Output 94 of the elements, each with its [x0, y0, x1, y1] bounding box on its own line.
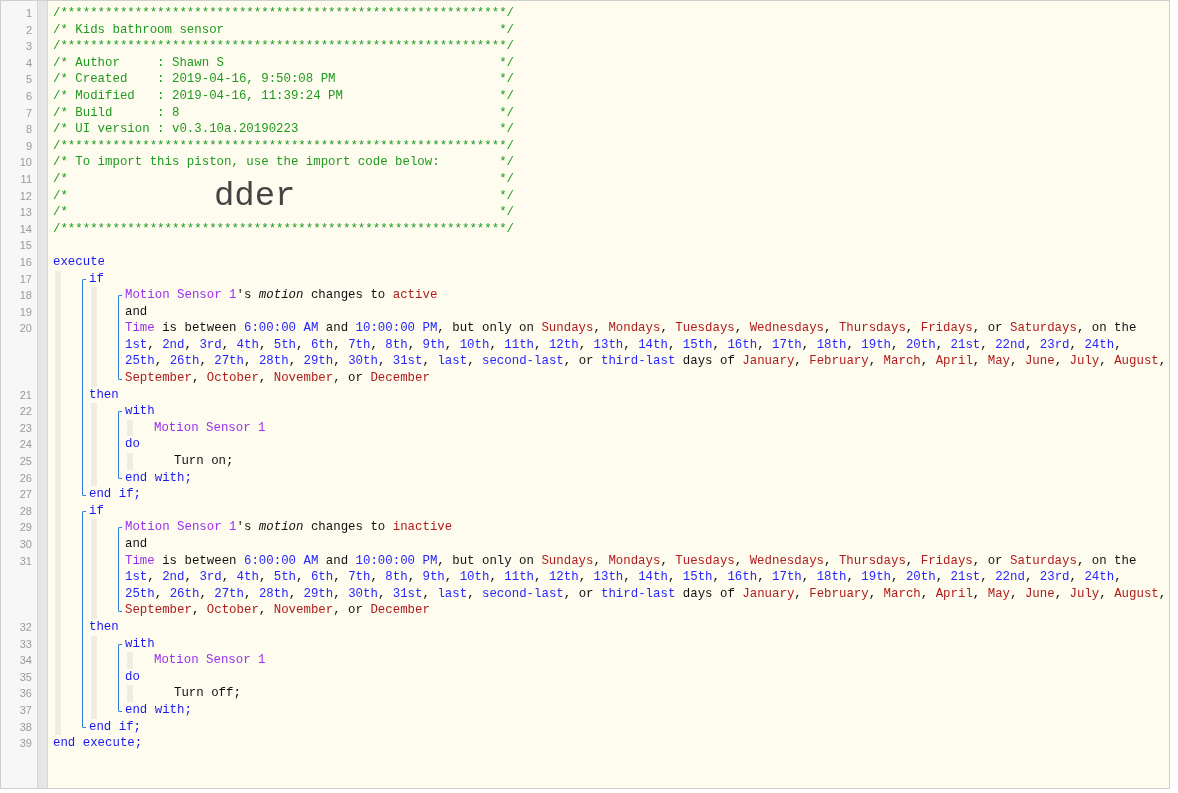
comment-text: /* Build : 8 — [53, 104, 180, 122]
import-code: dder — [213, 178, 296, 213]
line-number: 24 — [19, 437, 32, 453]
code-line: September, October, November, or December — [125, 602, 430, 620]
code-line: end if; — [89, 486, 142, 504]
code-line: end with; — [125, 701, 192, 719]
code-line: Time is between 6:00:00 AM and 10:00:00 PM, but only on Sundays, Mondays, Tuesdays, Wednesdays, Thursdays, Fridays, or Saturdays, on the — [125, 552, 1137, 570]
comment-close: */ — [499, 21, 514, 39]
comment-text: /* Author : Shawn S — [53, 54, 225, 72]
comment-text: /* Kids bathroom sensor — [53, 21, 225, 39]
line-number: 5 — [25, 72, 32, 88]
comment-close: */ — [499, 104, 514, 122]
line-number: 14 — [19, 221, 32, 237]
comment-close: */ — [499, 54, 514, 72]
code-line: with — [125, 635, 155, 653]
line-number: 39 — [19, 736, 32, 752]
line-number: 8 — [25, 122, 32, 138]
line-number: 38 — [19, 719, 32, 735]
comment-close: */ — [499, 170, 514, 188]
line-number: 1 — [25, 6, 32, 22]
code-line: Motion Sensor 1 — [154, 419, 266, 437]
code-line: 25th, 26th, 27th, 28th, 29th, 30th, 31st, last, second-last, or third-last days of January, February, March, April, May, June, July, August, — [125, 353, 1167, 371]
line-number: 31 — [19, 553, 32, 569]
line-number: 23 — [19, 420, 32, 436]
comment-text: /* — [53, 187, 68, 205]
line-number: 33 — [19, 636, 32, 652]
comment-close: */ — [499, 204, 514, 222]
line-number: 29 — [19, 520, 32, 536]
line-number: 25 — [19, 454, 32, 470]
code-line: and — [125, 303, 148, 321]
code-line: end if; — [89, 718, 142, 736]
line-number: 2 — [25, 22, 32, 38]
line-number: 27 — [19, 487, 32, 503]
line-number: 7 — [25, 105, 32, 121]
line-number: 30 — [19, 537, 32, 553]
code-line: end execute; — [53, 735, 143, 753]
line-number: 4 — [25, 55, 32, 71]
line-number: 19 — [19, 304, 32, 320]
code-line: Turn off; — [173, 685, 241, 703]
code-line: Motion Sensor 1's motion changes to active — [125, 287, 438, 305]
comment-text: /************************************************************/ — [53, 5, 514, 22]
code-line: 1st, 2nd, 3rd, 4th, 5th, 6th, 7th, 8th, 9th, 10th, 11th, 12th, 13th, 14th, 15th, 16th, 17th, 18th, 19th, 20th, 21st, 22nd, 23rd, 24th, — [125, 569, 1122, 587]
line-number: 15 — [19, 238, 32, 254]
code-line: Motion Sensor 1 — [154, 652, 266, 670]
line-number: 11 — [20, 172, 32, 187]
line-number: 20 — [19, 321, 32, 337]
code-line: do — [125, 668, 140, 686]
comment-close: */ — [499, 71, 514, 89]
code-line: do — [125, 436, 140, 454]
line-number: 6 — [25, 89, 32, 104]
comment-text: /* — [53, 204, 68, 222]
comment-close: */ — [499, 187, 514, 205]
comment-close: */ — [499, 154, 514, 172]
line-number: 28 — [19, 503, 32, 519]
line-number: 22 — [19, 404, 32, 420]
comment-text: /* Created : 2019-04-16, 9:50:08 PM — [53, 71, 336, 89]
code-line: September, October, November, or December — [125, 370, 430, 388]
comment-text: /* Modified : 2019-04-16, 11:39:24 PM — [53, 87, 343, 105]
line-number: 16 — [19, 254, 32, 270]
comment-close: */ — [499, 87, 514, 105]
comment-text: /* To import this piston, use the import code below: — [53, 154, 440, 172]
comment-text: /************************************************************/ — [53, 38, 514, 56]
line-number: 10 — [19, 155, 32, 171]
code-line: 25th, 26th, 27th, 28th, 29th, 30th, 31st, last, second-last, or third-last days of January, February, March, April, May, June, July, August, — [125, 585, 1167, 603]
code-line: with — [125, 403, 155, 421]
comment-close: */ — [499, 121, 514, 139]
code-line: 1st, 2nd, 3rd, 4th, 5th, 6th, 7th, 8th, 9th, 10th, 11th, 12th, 13th, 14th, 15th, 16th, 17th, 18th, 19th, 20th, 21st, 22nd, 23rd, 24th, — [125, 336, 1122, 354]
code-line: Time is between 6:00:00 AM and 10:00:00 PM, but only on Sundays, Mondays, Tuesdays, Wednesdays, Thursdays, Fridays, or Saturdays, on the — [125, 320, 1137, 338]
code-line: Turn on; — [173, 453, 234, 471]
code-line: then — [89, 618, 119, 636]
code-line: then — [89, 386, 119, 404]
code-line: execute — [53, 253, 106, 271]
code-line: end with; — [125, 469, 192, 487]
line-number: 3 — [25, 39, 32, 55]
line-number: 21 — [19, 387, 32, 403]
line-number: 18 — [19, 288, 32, 304]
line-number: 17 — [19, 271, 32, 287]
line-number: 32 — [19, 620, 32, 635]
code-line: and — [125, 536, 148, 553]
line-number: 36 — [19, 686, 32, 702]
comment-text: /* UI version : v0.3.10a.20190223 — [53, 121, 299, 139]
line-number: 37 — [19, 703, 32, 718]
code-line: if — [89, 270, 104, 288]
code-line: if — [89, 502, 104, 520]
comment-text: /************************************************************/ — [53, 220, 514, 238]
line-number: 9 — [25, 138, 32, 154]
line-number: 34 — [19, 653, 32, 669]
line-number: 35 — [19, 669, 32, 685]
comment-text: /* — [53, 170, 68, 188]
comment-text: /************************************************************/ — [53, 137, 514, 155]
line-number: 12 — [19, 188, 32, 204]
code-line: Motion Sensor 1's motion changes to inactive — [125, 519, 453, 537]
line-number: 26 — [19, 470, 32, 486]
line-number: 13 — [19, 205, 32, 221]
